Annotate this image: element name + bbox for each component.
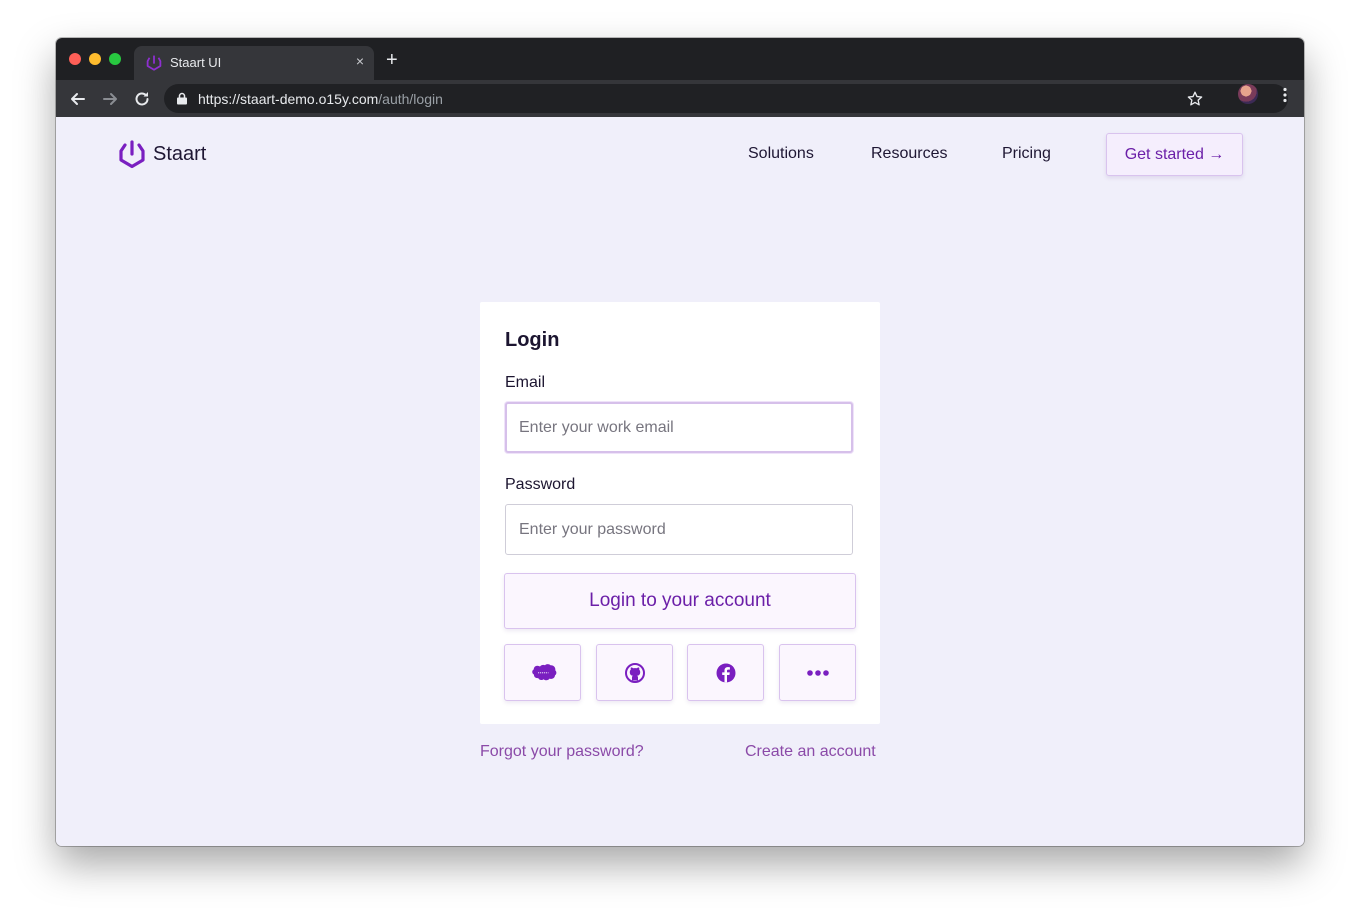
maximize-window-button[interactable] [109, 53, 121, 65]
password-input[interactable] [505, 504, 853, 555]
password-label: Password [505, 476, 576, 493]
browser-menu-icon[interactable] [1282, 87, 1288, 103]
brand-name[interactable]: Staart [153, 143, 206, 166]
email-label: Email [505, 374, 546, 391]
browser-window: Staart UI × + https://staart-demo.o15y.c… [56, 38, 1304, 846]
profile-avatar[interactable] [1238, 84, 1258, 104]
browser-tab[interactable]: Staart UI × [134, 46, 374, 80]
salesforce-login-button[interactable] [504, 644, 581, 701]
address-bar[interactable]: https://staart-demo.o15y.com/auth/login [164, 84, 1288, 113]
salesforce-icon [531, 663, 556, 680]
tab-title: Staart UI [170, 55, 222, 70]
more-icon [806, 669, 829, 676]
staart-logo-icon[interactable] [118, 139, 146, 169]
login-page: Staart Solutions Resources Pricing Get s… [56, 117, 1304, 846]
bookmark-star-icon[interactable] [1186, 90, 1204, 108]
facebook-icon [716, 663, 735, 682]
url-text: https://staart-demo.o15y.com/auth/login [198, 91, 443, 107]
facebook-login-button[interactable] [687, 644, 764, 701]
login-button[interactable]: Login to your account [504, 573, 856, 629]
tab-bar: Staart UI × + [56, 38, 1304, 80]
minimize-window-button[interactable] [89, 53, 101, 65]
close-window-button[interactable] [69, 53, 81, 65]
login-title: Login [505, 329, 560, 351]
reload-icon[interactable] [132, 89, 152, 109]
login-card: Login Email Password Login to your accou… [480, 302, 880, 724]
github-login-button[interactable] [596, 644, 673, 701]
forgot-password-link[interactable]: Forgot your password? [480, 743, 644, 761]
github-icon [624, 662, 645, 683]
lock-icon [177, 92, 187, 105]
staart-favicon-icon [146, 55, 162, 71]
nav-resources[interactable]: Resources [871, 145, 947, 163]
close-tab-icon[interactable]: × [356, 53, 364, 69]
url-path: /auth/login [378, 91, 443, 107]
browser-toolbar: https://staart-demo.o15y.com/auth/login [56, 80, 1304, 117]
url-host: https://staart-demo.o15y.com [198, 91, 379, 107]
more-login-options-button[interactable] [779, 644, 856, 701]
new-tab-icon[interactable]: + [386, 50, 398, 70]
forward-icon[interactable] [100, 89, 120, 109]
back-icon[interactable] [68, 89, 88, 109]
email-input[interactable] [505, 402, 853, 453]
nav-pricing[interactable]: Pricing [1002, 145, 1051, 163]
create-account-link[interactable]: Create an account [745, 743, 876, 761]
nav-solutions[interactable]: Solutions [748, 145, 814, 163]
get-started-button[interactable]: Get started → [1106, 133, 1243, 176]
